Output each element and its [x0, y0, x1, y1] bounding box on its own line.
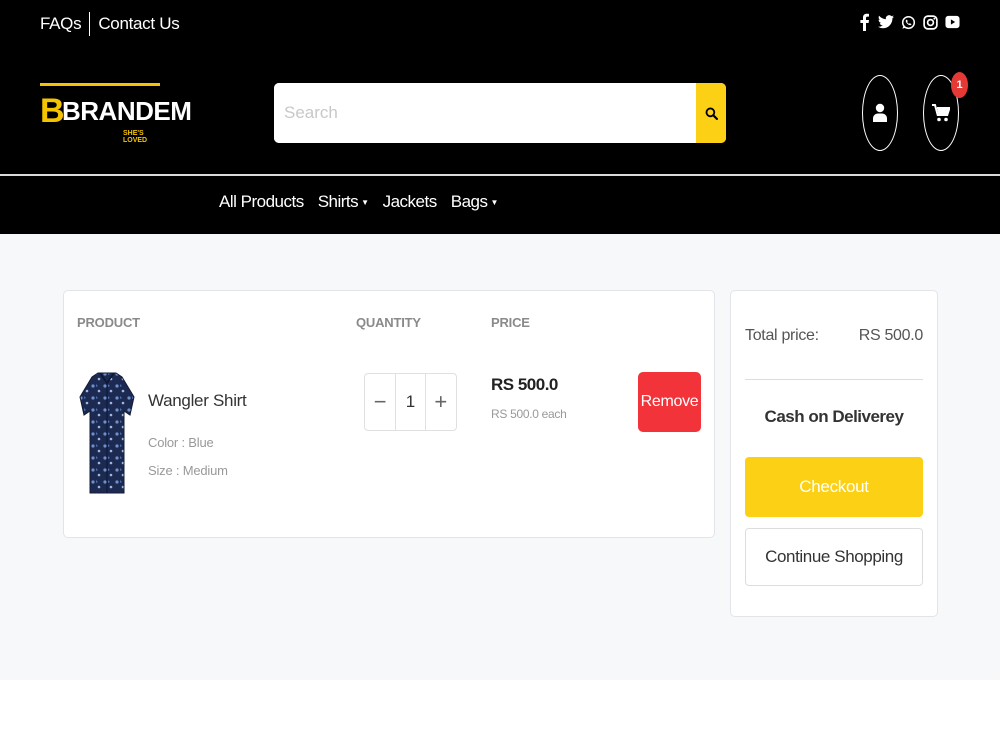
contact-us-link[interactable]: Contact Us — [98, 14, 179, 34]
link-separator — [89, 12, 91, 36]
nav-item-label: Jackets — [382, 192, 438, 211]
social-links — [856, 12, 960, 32]
logo-name: BRANDEM — [62, 96, 192, 126]
price-column-header: PRICE — [491, 315, 530, 330]
nav-item-label: Shirts — [317, 192, 359, 211]
cart-icon — [932, 104, 950, 122]
instagram-icon[interactable] — [922, 12, 938, 32]
search-button[interactable] — [696, 83, 726, 143]
decrease-quantity-button[interactable]: − — [365, 374, 395, 430]
logo-accent-bar — [40, 83, 160, 86]
nav-item-bags[interactable]: Bags ▼ — [450, 192, 499, 212]
account-button[interactable] — [862, 75, 898, 151]
youtube-icon[interactable] — [944, 12, 960, 32]
continue-shopping-button[interactable]: Continue Shopping — [745, 528, 923, 586]
total-price-value: RS 500.0 — [858, 327, 924, 344]
search-input[interactable] — [274, 83, 696, 143]
nav-item-shirts[interactable]: Shirts ▼ — [318, 192, 369, 212]
logo-letter: B — [40, 92, 65, 130]
nav-item-jackets[interactable]: Jackets — [382, 192, 438, 212]
cart-count-badge: 1 — [951, 72, 968, 98]
summary-divider — [745, 379, 923, 380]
increase-quantity-button[interactable]: + — [426, 374, 456, 430]
user-icon — [873, 103, 887, 122]
logo-tagline: SHE'S LOVED — [123, 130, 148, 144]
nav-list: All Products Shirts ▼ Jackets Bags ▼ — [219, 192, 498, 212]
nav-item-all-products[interactable]: All Products — [219, 192, 304, 212]
unit-price: RS 500.0 each — [491, 407, 567, 421]
item-price: RS 500.0 — [491, 375, 558, 394]
product-column-header: PRODUCT — [77, 315, 140, 330]
cart-items-card: PRODUCT QUANTITY PRICE Wangler Shirt Col — [63, 290, 715, 538]
facebook-icon[interactable] — [856, 12, 872, 32]
product-image[interactable] — [78, 371, 136, 497]
caret-down-icon: ▼ — [361, 197, 369, 207]
payment-method-label: Cash on Deliverey — [764, 407, 904, 426]
total-price-label: Total price: — [745, 327, 819, 344]
quantity-value[interactable]: 1 — [395, 374, 426, 430]
top-utility-bar: FAQs Contact Us — [0, 0, 1000, 48]
total-price-row: Total price: RS 500.0 — [745, 327, 923, 345]
brand-logo[interactable]: B BRANDEM SHE'S LOVED — [40, 83, 192, 144]
order-summary-card: Total price: RS 500.0 Cash on Deliverey … — [730, 290, 938, 617]
site-header: B BRANDEM SHE'S LOVED 1 — [0, 48, 1000, 174]
nav-item-label: Bags — [450, 192, 488, 211]
twitter-icon[interactable] — [878, 12, 894, 32]
product-size: Size : Medium — [148, 463, 228, 478]
product-color: Color : Blue — [148, 435, 214, 450]
quantity-column-header: QUANTITY — [356, 315, 421, 330]
quantity-stepper: − 1 + — [364, 373, 457, 431]
caret-down-icon: ▼ — [490, 197, 498, 207]
product-name[interactable]: Wangler Shirt — [148, 391, 247, 411]
top-links: FAQs Contact Us — [40, 12, 180, 36]
search-bar — [274, 83, 726, 143]
search-icon — [705, 107, 718, 120]
checkout-button[interactable]: Checkout — [745, 457, 923, 517]
main-nav: All Products Shirts ▼ Jackets Bags ▼ — [0, 176, 1000, 234]
remove-button[interactable]: Remove — [638, 372, 701, 432]
faqs-link[interactable]: FAQs — [40, 14, 82, 34]
nav-item-label: All Products — [219, 192, 304, 211]
cart-page-content: PRODUCT QUANTITY PRICE Wangler Shirt Col — [0, 234, 1000, 680]
whatsapp-icon[interactable] — [900, 12, 916, 32]
